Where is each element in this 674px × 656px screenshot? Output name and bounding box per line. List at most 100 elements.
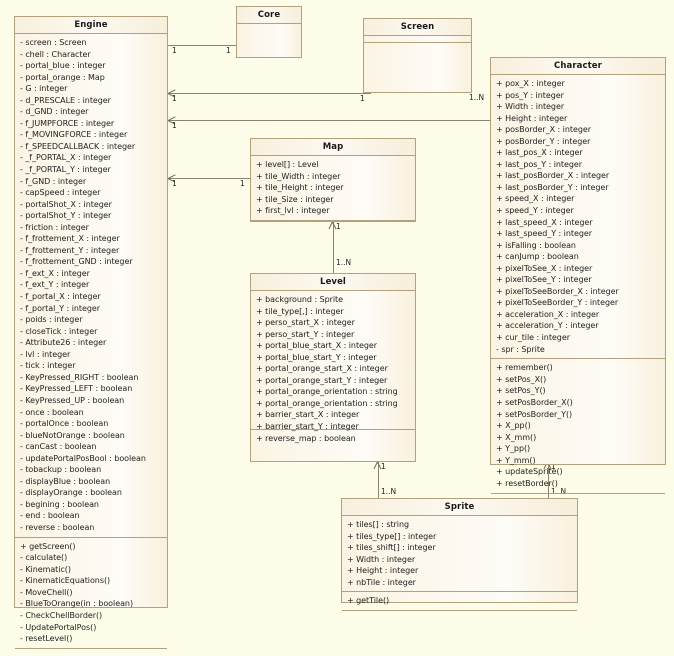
class-box-level[interactable]: Level + background : Sprite + tile_type[,… (250, 273, 416, 462)
class-member-row: - portalShot_Y : integer (20, 211, 112, 221)
class-box-map[interactable]: Map + level[] : Level + tile_Width : inte… (250, 138, 416, 222)
class-attributes-core (237, 24, 301, 56)
class-member-row: + X_mm() (496, 432, 537, 442)
edge-engine-screen (168, 93, 371, 94)
class-member-row: + last_pos_Y : integer (496, 159, 583, 169)
class-member-row: + tiles_shift[] : integer (347, 543, 436, 553)
class-member-row: + tile_type[,] : integer (256, 306, 344, 316)
class-member-row: - end : boolean (20, 511, 80, 521)
class-member-row: - UpdatePortalPos() (20, 622, 97, 632)
class-member-row: - KeyPressed_LEFT : boolean (20, 384, 133, 394)
class-member-row: + setPos_Y() (496, 386, 546, 396)
class-box-sprite[interactable]: Sprite + tiles[] : string + tiles_type[] … (341, 498, 578, 611)
class-title-map: Map (251, 139, 415, 156)
class-member-row: - blueNotOrange : boolean (20, 430, 125, 440)
class-member-row: + tile_Size : integer (256, 194, 334, 204)
class-box-core[interactable]: Core (236, 6, 302, 58)
class-member-row: + tiles_type[] : integer (347, 531, 437, 541)
class-member-row: + canJump : boolean (496, 252, 579, 262)
mult-engine-core-dst: 1 (226, 46, 231, 55)
class-member-row: - f_frottement_X : integer (20, 234, 120, 244)
class-member-row: + resetBorder() (496, 479, 558, 489)
class-member-row: + portal_orange_orientation : string (256, 398, 398, 408)
class-box-character[interactable]: Character + pox_X : integer + pos_Y : int… (490, 57, 666, 494)
edge-level-sprite (378, 462, 379, 502)
class-member-row: + setPosBorder_X() (496, 397, 573, 407)
class-member-row: - updatePortalPosBool : boolean (20, 453, 146, 463)
class-member-row: - lvl : integer (20, 349, 71, 359)
class-member-row: + nbTile : integer (347, 577, 416, 587)
class-member-row: + posBorder_X : integer (496, 125, 591, 135)
class-member-row: - f_ext_Y : integer (20, 280, 90, 290)
class-member-row: + X_pp() (496, 421, 531, 431)
class-member-row: - KeyPressed_UP : boolean (20, 395, 125, 405)
class-member-row: + pixelToSee_X : integer (496, 263, 593, 273)
class-member-row: + barrier_start_X : integer (256, 410, 360, 420)
class-member-row: + tile_Width : integer (256, 171, 341, 181)
class-member-row: + Y_mm() (496, 455, 536, 465)
class-member-row: + Y_pp() (496, 444, 531, 454)
class-operations-engine: + getScreen() - calculate() - Kinematic() -… (15, 538, 167, 649)
class-member-row: + perso_start_X : integer (256, 318, 355, 328)
class-member-row: + Height : integer (347, 566, 419, 576)
class-member-row: + portal_orange_start_Y : integer (256, 375, 388, 385)
mult-engine-screen-dst: 1 (360, 94, 365, 103)
class-member-row: + first_lvl : integer (256, 206, 330, 216)
class-member-row: - spr : Sprite (496, 344, 545, 354)
class-operations-character: + remember() + setPos_X() + setPos_Y() + se… (491, 359, 665, 494)
mult-level-sprite-src: 1 (381, 462, 386, 471)
class-title-character: Character (491, 58, 665, 75)
class-member-row: - Attribute26 : integer (20, 338, 107, 348)
class-member-row: + pixelToSee_Y : integer (496, 275, 592, 285)
class-member-row: - f_JUMPFORCE : integer (20, 118, 115, 128)
class-member-row: - d_PRESCALE : integer (20, 95, 111, 105)
mult-engine-core-src: 1 (172, 46, 177, 55)
class-member-row: - resetLevel() (20, 634, 73, 644)
class-member-row: - closeTick : integer (20, 326, 98, 336)
class-member-row: + portal_blue_start_X : integer (256, 341, 378, 351)
class-member-row: - d_GND : integer (20, 107, 89, 117)
class-member-row: - _f_PORTAL_X : integer (20, 153, 112, 163)
class-member-row: + acceleration_X : integer (496, 309, 600, 319)
class-member-row: + last_posBorder_Y : integer (496, 182, 609, 192)
class-box-engine[interactable]: Engine - screen : Screen - chell : Charac… (14, 16, 168, 649)
class-member-row: - f_ext_X : integer (20, 268, 90, 278)
class-member-row: + Width : integer (347, 554, 416, 564)
class-member-row: + pixelToSeeBorder_Y : integer (496, 298, 619, 308)
class-title-screen: Screen (364, 19, 471, 36)
class-member-row: - KeyPressed_RIGHT : boolean (20, 372, 139, 382)
class-member-row: - f_frottement_Y : integer (20, 245, 120, 255)
class-box-screen[interactable]: Screen (363, 18, 472, 93)
class-member-row: - f_portal_Y : integer (20, 303, 100, 313)
class-member-row: - reverse : boolean (20, 522, 95, 532)
edge-engine-map (168, 178, 250, 179)
diagram-canvas: 1 1 1 1 1 1..N 1 1 1 1..N 1 1..N 1 1..N … (0, 0, 674, 649)
class-member-row: + background : Sprite (256, 295, 344, 304)
class-member-row: - BlueToOrange(in : boolean) (20, 599, 134, 609)
class-member-row: + speed_X : integer (496, 194, 575, 204)
class-member-row: + updateSprite() (496, 467, 563, 477)
class-attributes-sprite: + tiles[] : string + tiles_type[] : integ… (342, 516, 577, 593)
class-title-engine: Engine (15, 17, 167, 34)
class-member-row: + cur_tile : integer (496, 333, 570, 343)
class-member-row: - portal_blue : integer (20, 61, 106, 71)
class-member-row: + acceleration_Y : integer (496, 321, 599, 331)
class-member-row: - KinematicEquations() (20, 576, 111, 586)
class-member-row: + getScreen() (20, 541, 76, 551)
class-member-row: + posBorder_Y : integer (496, 136, 591, 146)
class-title-sprite: Sprite (342, 499, 577, 516)
class-member-row: - tobackup : boolean (20, 465, 102, 475)
class-member-row: + last_speed_X : integer (496, 217, 593, 227)
class-operations-screen (364, 43, 471, 89)
class-member-row: + getTile() (347, 596, 390, 606)
class-member-row: - begining : boolean (20, 499, 99, 509)
class-member-row: - screen : Screen (20, 38, 87, 47)
class-operations-map (251, 221, 415, 230)
class-attributes-screen (364, 36, 471, 43)
class-member-row: - MoveChell() (20, 587, 73, 597)
edge-engine-character (168, 120, 490, 121)
class-member-row: + portal_orange_orientation : string (256, 387, 398, 397)
class-member-row: + Height : integer (496, 113, 568, 123)
class-member-row: - _f_PORTAL_Y : integer (20, 165, 111, 175)
class-operations-sprite: + getTile() (342, 592, 577, 611)
